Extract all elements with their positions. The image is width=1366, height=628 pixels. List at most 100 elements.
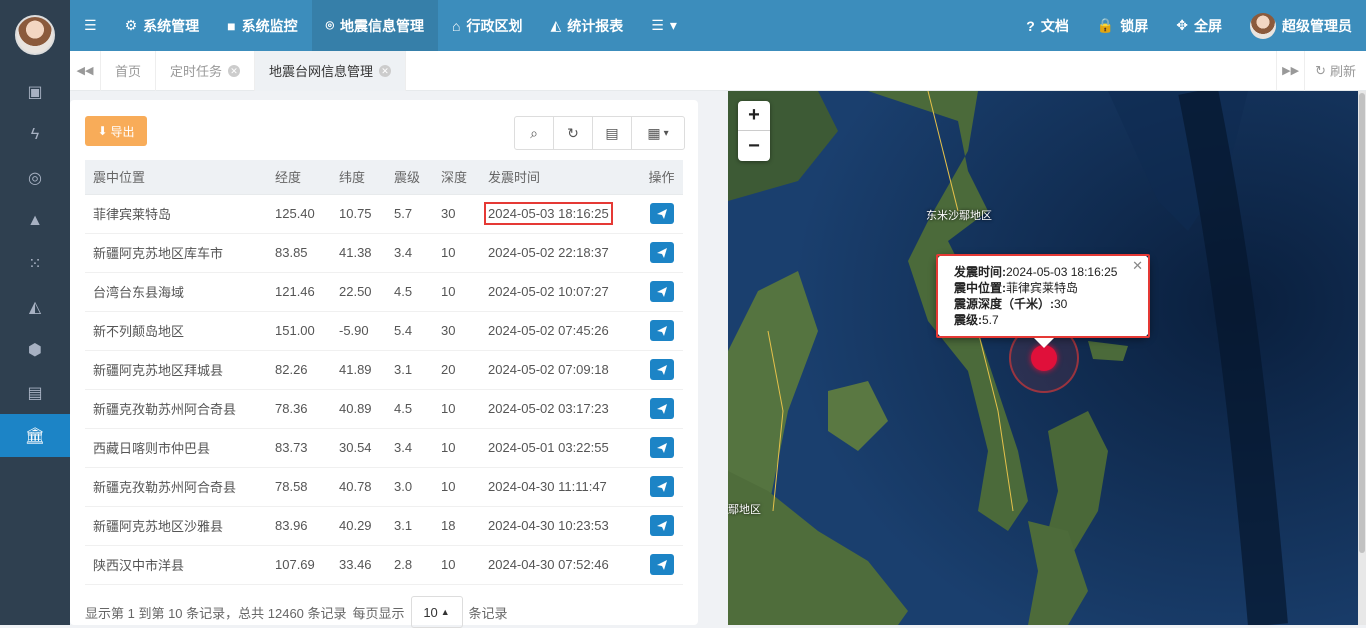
- col-depth[interactable]: 深度: [433, 160, 480, 195]
- cell-depth: 10: [433, 272, 480, 312]
- col-latitude[interactable]: 纬度: [331, 160, 386, 195]
- tab-earthquake-network[interactable]: 地震台网信息管理 ✕: [255, 50, 407, 91]
- cell-time: 2024-04-30 11:11:47: [480, 467, 640, 507]
- per-page-label: 每页显示: [352, 605, 405, 621]
- caret-up-icon: ▲: [440, 607, 450, 617]
- cell-actions: [640, 233, 683, 273]
- sidebar-item-target[interactable]: ◎: [0, 156, 70, 199]
- search-button[interactable]: ⌕: [515, 117, 554, 149]
- cell-latitude: 33.46: [331, 545, 386, 585]
- locate-button[interactable]: [649, 554, 674, 575]
- cell-magnitude: 2.8: [386, 545, 433, 585]
- refresh-button[interactable]: ↻ 刷新: [1304, 50, 1366, 91]
- locate-button[interactable]: [649, 476, 674, 497]
- sidebar-item-cube[interactable]: ⬢: [0, 328, 70, 371]
- map-scrollbar[interactable]: [1358, 91, 1366, 625]
- close-icon[interactable]: ✕: [228, 64, 241, 77]
- col-time[interactable]: 发震时间: [480, 160, 640, 195]
- cell-magnitude: 3.1: [386, 350, 433, 390]
- list-alt-icon: ▤: [605, 124, 619, 141]
- cell-latitude: 10.75: [331, 194, 386, 234]
- menu-toggle-button[interactable]: ☰: [70, 0, 111, 51]
- table-row[interactable]: 新疆克孜勒苏州阿合奇县 78.36 40.89 4.5 10 2024-05-02 03:…: [85, 389, 683, 429]
- cell-location: 新疆阿克苏地区拜城县: [85, 350, 267, 390]
- newspaper-icon: ▤: [27, 384, 43, 402]
- toggle-view-button[interactable]: ▤: [593, 117, 632, 149]
- locate-button[interactable]: [649, 320, 674, 341]
- tab-scheduled-jobs[interactable]: 定时任务 ✕: [156, 50, 256, 91]
- cell-latitude: 40.89: [331, 389, 386, 429]
- table-row[interactable]: 新疆阿克苏地区拜城县 82.26 41.89 3.1 20 2024-05-02 07:0…: [85, 350, 683, 390]
- map-region-label: 鄢地区: [728, 504, 761, 516]
- table-row[interactable]: 新疆阿克苏地区库车市 83.85 41.38 3.4 10 2024-05-02 22:1…: [85, 233, 683, 273]
- close-icon[interactable]: ✕: [379, 64, 392, 77]
- tab-home[interactable]: 首页: [101, 50, 157, 91]
- paper-plane-icon: [656, 325, 667, 336]
- cell-latitude: -5.90: [331, 311, 386, 351]
- cell-depth: 30: [433, 194, 480, 234]
- locate-button[interactable]: [649, 437, 674, 458]
- nav-statistics[interactable]: ◭ 统计报表: [536, 0, 637, 51]
- sidebar-item-news[interactable]: ▤: [0, 371, 70, 414]
- user-avatar[interactable]: [15, 15, 55, 55]
- tabs-scroll-left-button[interactable]: ◀◀: [70, 50, 101, 91]
- nav-system-manage[interactable]: ⚙ 系统管理: [111, 0, 214, 51]
- table-row[interactable]: 陕西汉中市洋县 107.69 33.46 2.8 10 2024-04-30 07:52:…: [85, 545, 683, 585]
- nav-admin-division[interactable]: ⌂ 行政区划: [438, 0, 536, 51]
- sidebar-item-institution[interactable]: 🏛: [0, 414, 70, 457]
- cell-depth: 10: [433, 428, 480, 468]
- map-pin-icon: ⌾: [325, 17, 334, 33]
- zoom-in-button[interactable]: +: [738, 101, 770, 131]
- table-row[interactable]: 西藏日喀则市仲巴县 83.73 30.54 3.4 10 2024-05-01 03:22…: [85, 428, 683, 468]
- cell-longitude: 121.46: [267, 272, 331, 312]
- cell-longitude: 107.69: [267, 545, 331, 585]
- cell-magnitude: 3.4: [386, 428, 433, 468]
- cell-depth: 20: [433, 350, 480, 390]
- page-size-select[interactable]: 10 ▲: [410, 596, 463, 628]
- table-row[interactable]: 新疆阿克苏地区沙雅县 83.96 40.29 3.1 18 2024-04-30 10:2…: [85, 506, 683, 546]
- sidebar-item-tree[interactable]: ▲: [0, 199, 70, 242]
- table-row[interactable]: 新疆克孜勒苏州阿合奇县 78.58 40.78 3.0 10 2024-04-30 11:…: [85, 467, 683, 507]
- nav-docs[interactable]: ? 文档: [1012, 0, 1083, 51]
- close-icon[interactable]: ✕: [1132, 258, 1143, 274]
- cell-latitude: 30.54: [331, 428, 386, 468]
- cell-actions: [640, 545, 683, 585]
- nav-earthquake-info[interactable]: ⌾ 地震信息管理: [311, 0, 438, 51]
- cell-depth: 10: [433, 233, 480, 273]
- popup-time-line: 发震时间:2024-05-03 18:16:25: [954, 265, 1118, 279]
- locate-button[interactable]: [649, 359, 674, 380]
- locate-button[interactable]: [649, 515, 674, 536]
- sidebar-item-bolt[interactable]: ϟ: [0, 113, 70, 156]
- columns-button[interactable]: ▦ ▾: [632, 117, 684, 149]
- locate-button[interactable]: [649, 398, 674, 419]
- export-button[interactable]: ⬇ 导出: [85, 116, 147, 146]
- zoom-out-button[interactable]: −: [738, 131, 770, 161]
- table-toolbar: ⌕ ↻ ▤ ▦ ▾: [514, 116, 685, 150]
- scrollbar-thumb[interactable]: [1359, 93, 1365, 553]
- pagination-summary: 显示第 1 到第 10 条记录，总共 12460 条记录: [85, 605, 347, 621]
- sidebar-item-money[interactable]: ▣: [0, 70, 70, 113]
- tabs-scroll-right-button[interactable]: ▶▶: [1276, 50, 1304, 91]
- nav-fullscreen[interactable]: ✥ 全屏: [1162, 0, 1236, 51]
- nav-more-dropdown[interactable]: ☰ ▾: [637, 0, 691, 51]
- cell-location: 新疆阿克苏地区库车市: [85, 233, 267, 273]
- col-longitude[interactable]: 经度: [267, 160, 331, 195]
- refresh-table-button[interactable]: ↻: [554, 117, 593, 149]
- sidebar-item-grid[interactable]: ⁙: [0, 242, 70, 285]
- user-menu[interactable]: 超级管理员: [1236, 0, 1366, 51]
- cell-longitude: 125.40: [267, 194, 331, 234]
- locate-button[interactable]: [649, 203, 674, 224]
- locate-button[interactable]: [649, 281, 674, 302]
- col-location[interactable]: 震中位置: [85, 160, 267, 195]
- locate-button[interactable]: [649, 242, 674, 263]
- nav-system-monitor[interactable]: ■ 系统监控: [213, 0, 311, 51]
- download-icon: ⬇: [97, 124, 108, 138]
- table-row[interactable]: 台湾台东县海域 121.46 22.50 4.5 10 2024-05-02 10:07:…: [85, 272, 683, 312]
- table-row[interactable]: 新不列颠岛地区 151.00 -5.90 5.4 30 2024-05-02 07:45:…: [85, 311, 683, 351]
- col-magnitude[interactable]: 震级: [386, 160, 433, 195]
- epicenter-marker[interactable]: [1031, 345, 1057, 371]
- sidebar-item-chart[interactable]: ◭: [0, 285, 70, 328]
- satellite-map[interactable]: + − 东米沙鄢地区 鄢地区 ✕ 发震时间:2024-05-03 18:16:2…: [728, 91, 1366, 625]
- table-row[interactable]: 菲律宾莱特岛 125.40 10.75 5.7 30 2024-05-03 18:16:2…: [85, 194, 683, 234]
- nav-lock[interactable]: 🔒 锁屏: [1083, 0, 1162, 51]
